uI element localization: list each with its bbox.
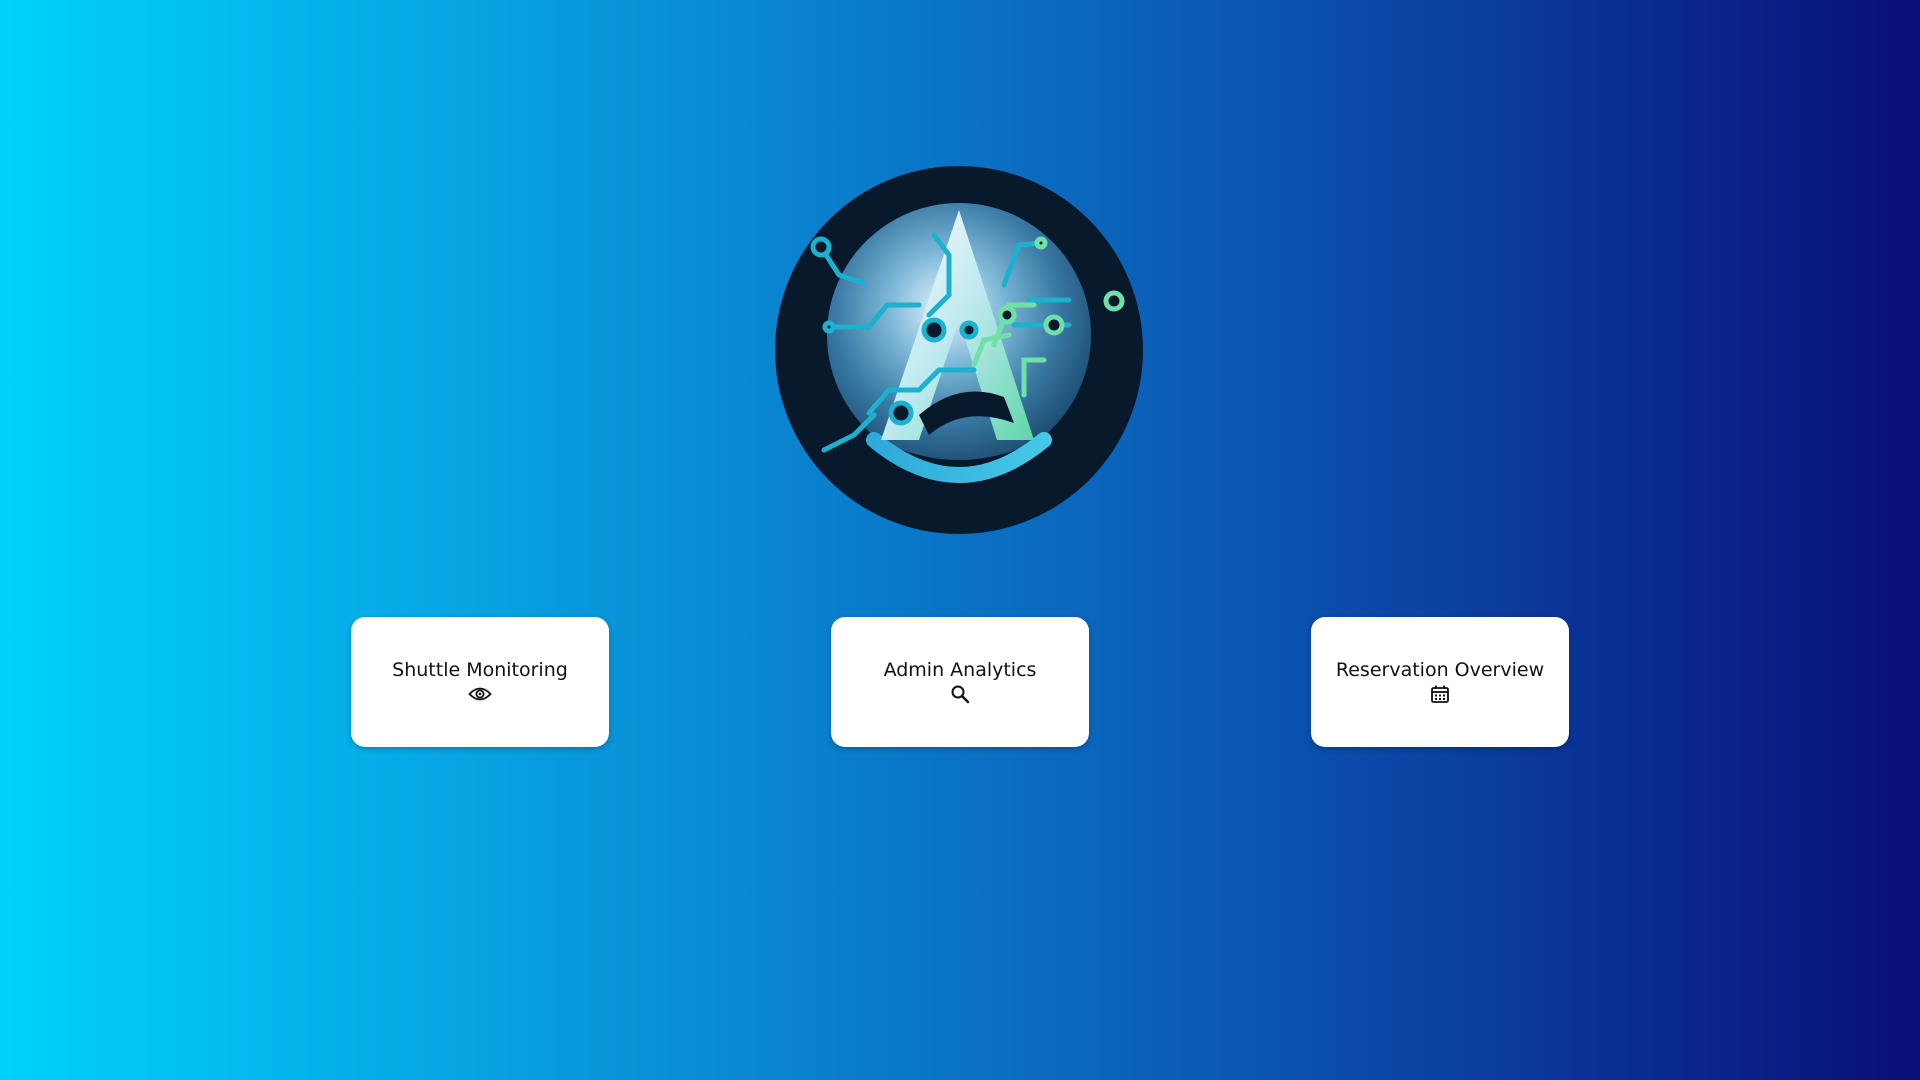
eye-icon bbox=[468, 683, 492, 705]
home-page: { "logo": { "name": "company-logo" }, "c… bbox=[0, 0, 1920, 1080]
shuttle-monitoring-label: Shuttle Monitoring bbox=[392, 659, 568, 681]
reservation-overview-label: Reservation Overview bbox=[1335, 659, 1545, 681]
calendar-icon bbox=[1428, 683, 1452, 705]
search-icon bbox=[948, 683, 972, 705]
reservation-overview-button[interactable]: Reservation Overview bbox=[1311, 617, 1569, 747]
admin-analytics-label: Admin Analytics bbox=[883, 659, 1037, 681]
admin-analytics-button[interactable]: Admin Analytics bbox=[831, 617, 1089, 747]
shuttle-monitoring-button[interactable]: Shuttle Monitoring bbox=[351, 617, 609, 747]
company-logo bbox=[769, 165, 1149, 535]
